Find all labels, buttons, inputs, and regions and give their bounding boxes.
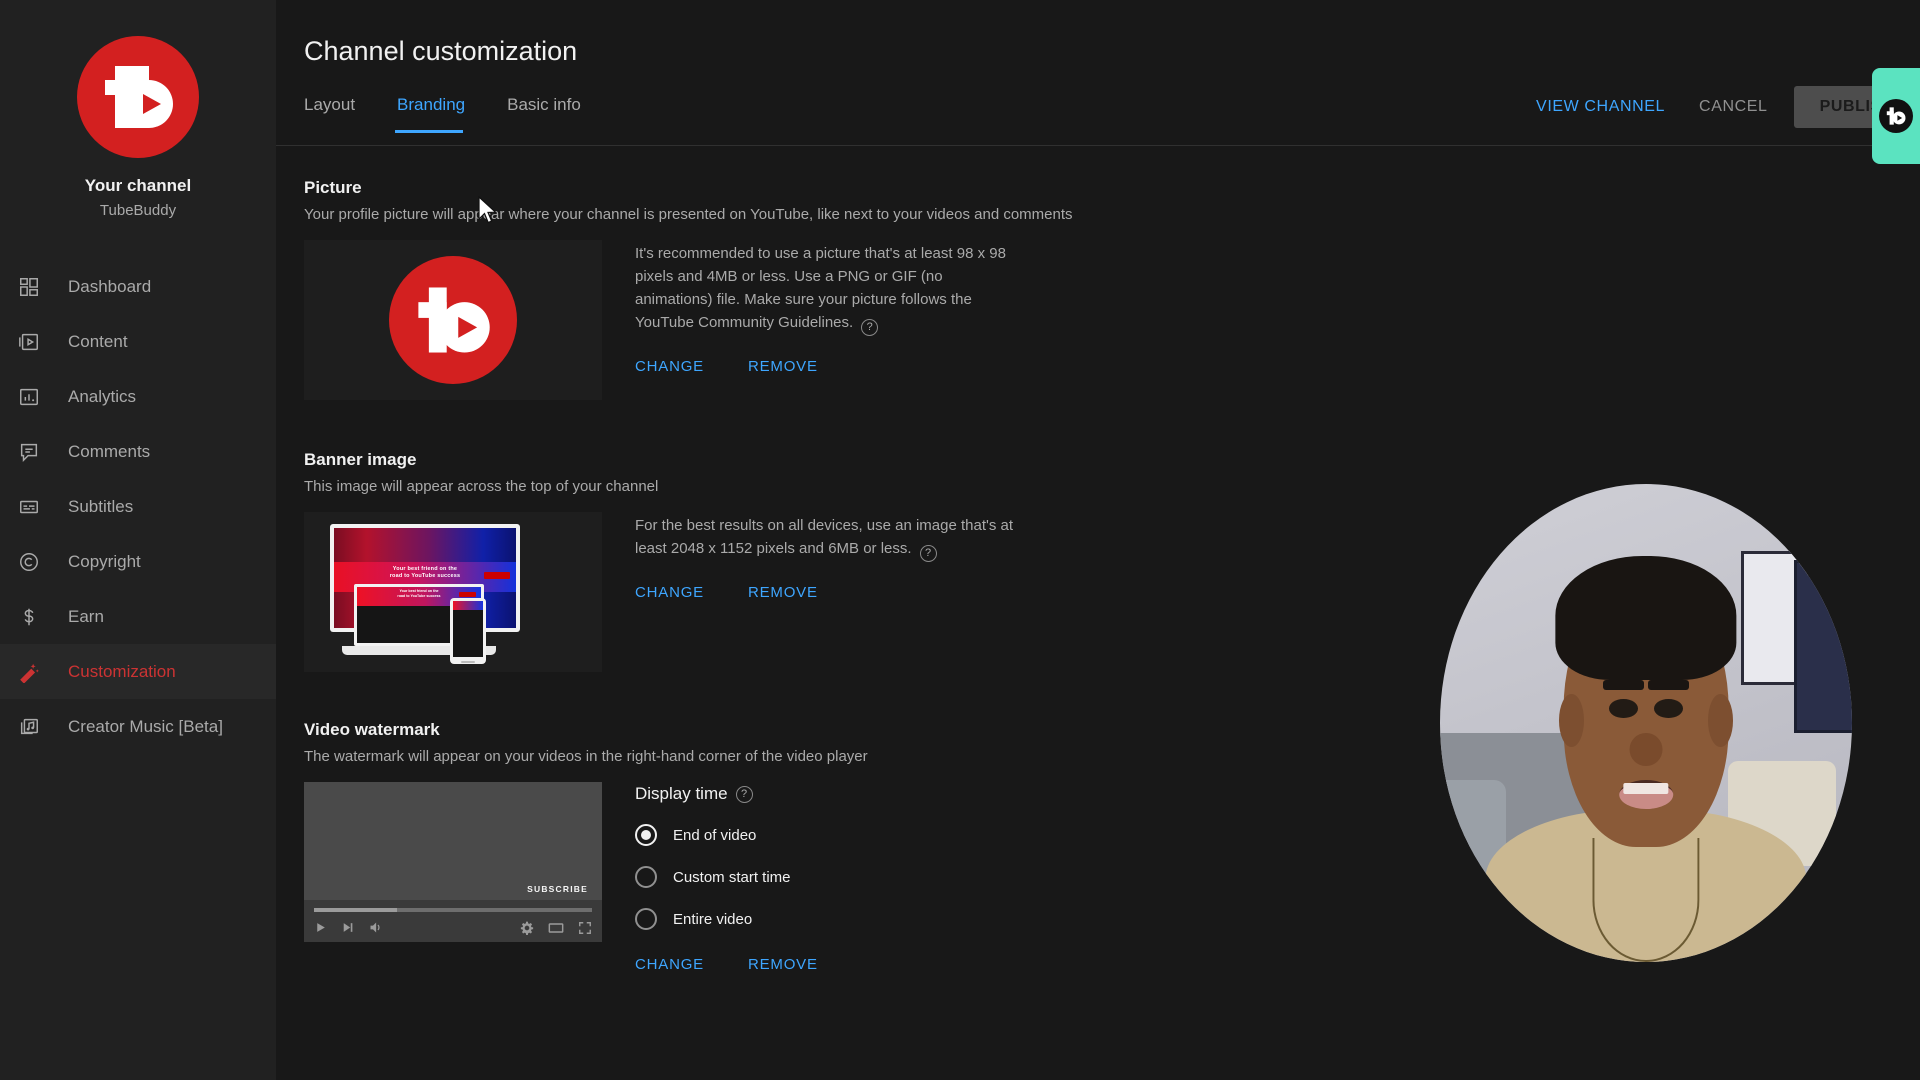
sidebar-item-label: Dashboard [68,276,152,296]
channel-avatar[interactable] [77,36,199,158]
copyright-icon [16,549,42,575]
picture-title: Picture [304,178,362,197]
sidebar-item-subtitles[interactable]: Subtitles [0,479,276,534]
sidebar-item-label: Customization [68,661,176,681]
sidebar-item-customization[interactable]: Customization [0,644,276,699]
tubebuddy-logo-icon [105,66,173,128]
banner-preview[interactable]: Your best friend on the road to YouTube … [304,512,602,672]
radio-button-icon[interactable] [635,908,657,930]
picture-help-icon[interactable]: ? [861,319,879,336]
tab-branding[interactable]: Branding [395,95,485,133]
watermark-description: The watermark will appear on your videos… [304,748,868,765]
sidebar-item-label: Comments [68,441,151,461]
watermark-subscribe-label: SUBSCRIBE [527,884,588,894]
sidebar: Your channel TubeBuddy Dashboard Content [0,0,276,1080]
view-channel-button[interactable]: VIEW CHANNEL [1536,98,1665,116]
sidebar-item-content[interactable]: Content [0,314,276,369]
picture-preview[interactable] [304,240,602,400]
banner-change-button[interactable]: CHANGE [635,584,704,601]
tubebuddy-logo-icon [418,287,490,353]
sidebar-item-copyright[interactable]: Copyright [0,534,276,589]
youtube-studio-page: Your channel TubeBuddy Dashboard Content [0,0,1920,1080]
cancel-button[interactable]: CANCEL [1699,98,1768,116]
earn-icon [16,604,42,630]
sidebar-item-label: Subtitles [68,496,134,516]
sidebar-item-label: Creator Music [Beta] [68,716,223,736]
channel-block[interactable]: Your channel TubeBuddy [0,0,276,219]
page-title: Channel customization [304,36,578,66]
section-watermark: Video watermark The watermark will appea… [304,720,868,973]
fullscreen-icon[interactable] [578,921,592,940]
banner-description: This image will appear across the top of… [304,478,659,495]
mouse-cursor [478,195,500,226]
subtitles-icon [16,494,42,520]
radio-button-icon[interactable] [635,824,657,846]
banner-phone-mockup [450,598,486,664]
theater-mode-icon[interactable] [548,920,564,941]
banner-devices-artwork: Your best friend on the road to YouTube … [304,512,602,672]
sidebar-item-dashboard[interactable]: Dashboard [0,259,276,314]
tab-layout[interactable]: Layout [304,95,375,133]
radio-button-icon[interactable] [635,866,657,888]
sidebar-item-label: Earn [68,606,104,626]
section-banner: Banner image This image will appear acro… [304,450,1017,672]
tubebuddy-panel-logo-icon [1879,99,1913,133]
sidebar-item-label: Analytics [68,386,137,406]
tubebuddy-side-panel[interactable] [1872,68,1920,164]
radio-end-of-video[interactable]: End of video [635,824,862,846]
banner-subscribe-chip [484,572,510,579]
next-icon[interactable] [341,921,354,939]
sidebar-item-label: Copyright [68,551,141,571]
banner-remove-button[interactable]: REMOVE [748,584,818,601]
header-divider [276,145,1920,146]
tab-bar: Layout Branding Basic info [304,95,623,133]
radio-custom-start-time[interactable]: Custom start time [635,866,862,888]
sidebar-item-earn[interactable]: Earn [0,589,276,644]
picture-change-button[interactable]: CHANGE [635,358,704,375]
sidebar-item-analytics[interactable]: Analytics [0,369,276,424]
picture-description: Your profile picture will appear where y… [304,206,1073,223]
radio-label: Custom start time [673,868,791,886]
picture-info-text: It's recommended to use a picture that's… [635,245,1006,331]
watermark-change-button[interactable]: CHANGE [635,956,704,973]
watermark-title: Video watermark [304,720,440,739]
profile-picture-image [389,256,517,384]
display-time-label: Display time ? [635,784,862,804]
music-icon [16,714,42,740]
analytics-icon [16,384,42,410]
volume-icon[interactable] [368,920,383,940]
watermark-remove-button[interactable]: REMOVE [748,956,818,973]
player-progress-bar[interactable] [314,908,592,912]
channel-name: TubeBuddy [99,202,177,219]
watermark-preview[interactable]: SUBSCRIBE [304,782,602,942]
sidebar-nav: Dashboard Content Analytics Comments Sub… [0,259,276,754]
sidebar-item-comments[interactable]: Comments [0,424,276,479]
banner-title: Banner image [304,450,417,469]
sidebar-item-label: Content [68,331,128,351]
radio-entire-video[interactable]: Entire video [635,908,862,930]
section-picture: Picture Your profile picture will appear… [304,178,1073,400]
content-icon [16,329,42,355]
banner-info-text: For the best results on all devices, use… [635,517,1014,557]
tab-basic-info[interactable]: Basic info [507,95,601,133]
banner-help-icon[interactable]: ? [919,545,937,562]
settings-gear-icon[interactable] [520,921,534,940]
header-actions: VIEW CHANNEL CANCEL PUBLISH [1536,86,1920,128]
channel-label: Your channel [84,176,192,195]
play-icon[interactable] [314,921,327,939]
radio-label: Entire video [673,910,753,928]
radio-label: End of video [673,826,757,844]
dashboard-icon [16,274,42,300]
comments-icon [16,439,42,465]
display-time-help-icon[interactable]: ? [735,785,753,803]
sidebar-item-creator-music[interactable]: Creator Music [Beta] [0,699,276,754]
presenter-webcam-overlay [1440,484,1852,962]
picture-remove-button[interactable]: REMOVE [748,358,818,375]
player-controls-bar [304,900,602,942]
magic-wand-icon [16,659,42,685]
